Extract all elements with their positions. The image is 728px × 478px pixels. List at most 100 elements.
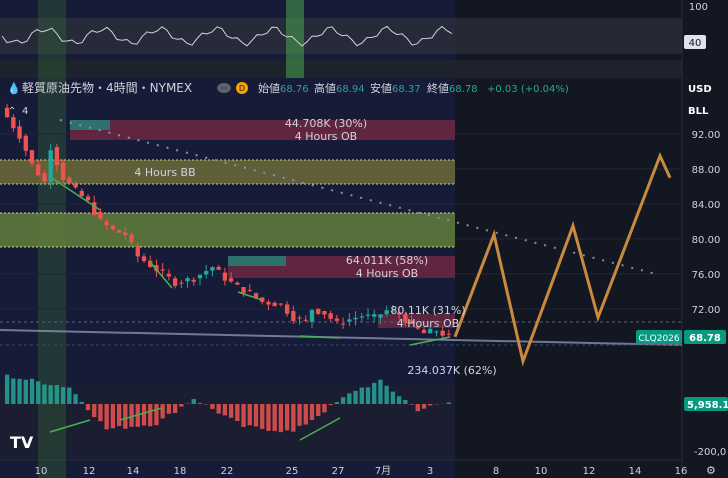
macd-bar-9 <box>60 387 66 404</box>
macd-tick: -200,0 <box>694 447 726 458</box>
candle-body-3 <box>23 135 28 151</box>
unit-label[interactable]: BLL <box>688 106 709 117</box>
candle-body-2 <box>17 126 22 139</box>
macd-bar-10 <box>67 387 72 404</box>
time-tick-2: 14 <box>127 466 140 477</box>
time-tick-12: 14 <box>629 466 642 477</box>
tradingview-logo[interactable]: TV <box>10 433 34 452</box>
candle-body-51 <box>322 311 327 315</box>
collapse-chevron-icon[interactable]: ⌃ <box>8 106 16 117</box>
drop-icon: 💧 <box>7 82 21 95</box>
macd-bar-5 <box>36 381 41 404</box>
macd-bar-53 <box>334 402 340 404</box>
macd-bar-36 <box>228 404 234 418</box>
indicator-count[interactable]: 4 <box>22 106 28 117</box>
change-value: +0.03 (+0.04%) <box>487 84 569 95</box>
candle-body-4 <box>29 150 35 164</box>
candle-body-36 <box>228 278 234 282</box>
candle-body-32 <box>204 270 209 275</box>
macd-bar-7 <box>48 385 53 404</box>
macd-bar-40 <box>253 404 259 427</box>
candle-body-1 <box>11 117 16 129</box>
candle-body-46 <box>291 311 296 322</box>
candle-body-37 <box>235 282 240 285</box>
macd-bar-48 <box>303 404 308 425</box>
candle-body-19 <box>123 232 128 236</box>
macd-bar-67 <box>421 404 427 409</box>
macd-bar-62 <box>390 391 396 404</box>
candle-body-10 <box>67 177 72 184</box>
ob1-zone <box>70 120 455 140</box>
high-label: 高値 <box>314 81 336 95</box>
candle-body-55 <box>347 319 352 322</box>
macd-bar-61 <box>384 385 389 404</box>
candle-body-58 <box>365 314 371 316</box>
macd-bar-59 <box>372 382 377 404</box>
candle-body-6 <box>42 173 47 182</box>
candle-body-29 <box>185 278 190 282</box>
candle-body-43 <box>272 302 277 307</box>
candle-body-16 <box>104 221 109 226</box>
candle-body-53 <box>334 318 340 321</box>
macd-bar-28 <box>179 404 184 407</box>
chart-canvas[interactable]: 100 40 💧 軽質原油先物・4時間・NYMEX ·· D 始値 68.76 … <box>0 0 728 478</box>
candle-body-44 <box>278 303 284 305</box>
currency-label[interactable]: USD <box>688 84 712 95</box>
time-tick-3: 18 <box>174 466 187 477</box>
ob2-label: 4 Hours OB <box>356 267 418 280</box>
macd-bar-11 <box>73 394 78 404</box>
price-tick-1: 88.00 <box>692 165 721 176</box>
macd-bar-56 <box>353 390 358 404</box>
macd-bar-58 <box>365 387 371 404</box>
macd-bar-49 <box>309 404 315 421</box>
candle-body-61 <box>384 310 389 315</box>
macd-bar-52 <box>328 404 333 406</box>
macd-bar-45 <box>284 404 290 431</box>
macd-bar-68 <box>428 404 433 406</box>
candle-body-26 <box>166 273 172 277</box>
osc-band <box>0 18 682 54</box>
close-value: 68.78 <box>449 84 478 95</box>
candle-body-7 <box>48 150 53 183</box>
macd-bar-38 <box>241 404 246 427</box>
candle-body-47 <box>297 317 302 319</box>
candle-body-42 <box>266 301 271 305</box>
candle-body-60 <box>378 314 383 318</box>
time-tick-10: 10 <box>535 466 548 477</box>
macd-bar-35 <box>222 404 228 416</box>
bottom-volume: 234.037K (62%) <box>407 364 496 377</box>
macd-bar-57 <box>359 387 364 404</box>
badge-letter: D <box>239 84 245 93</box>
candle-body-25 <box>160 269 165 271</box>
macd-bar-41 <box>260 404 265 429</box>
macd-bar-44 <box>278 404 284 433</box>
ob1-label: 4 Hours OB <box>295 130 357 143</box>
candle-body-54 <box>340 323 346 325</box>
symbol-title: 軽質原油先物・4時間・NYMEX <box>22 80 192 95</box>
ob2-volume: 64.011K (58%) <box>346 254 428 267</box>
candle-body-45 <box>284 304 290 314</box>
time-tick-1: 12 <box>83 466 96 477</box>
gear-icon[interactable]: ⚙ <box>706 464 716 477</box>
high-value: 68.94 <box>336 84 365 95</box>
osc-current-value: 40 <box>689 38 702 49</box>
macd-bar-37 <box>235 404 240 422</box>
macd-bar-22 <box>141 404 147 426</box>
candle-body-49 <box>309 309 315 322</box>
open-value: 68.76 <box>280 84 309 95</box>
time-tick-8: 3 <box>427 466 433 477</box>
macd-bar-27 <box>172 404 178 413</box>
candle-body-11 <box>73 184 78 188</box>
macd-tag-value: 5,958.15 <box>687 400 728 411</box>
time-tick-7: 7月 <box>375 465 391 477</box>
macd-bar-39 <box>247 404 252 426</box>
candle-body-21 <box>135 245 140 257</box>
open-label: 始値 <box>258 81 280 95</box>
macd-bar-43 <box>272 404 277 432</box>
candle-body-30 <box>191 279 196 282</box>
candle-body-8 <box>54 147 60 166</box>
candle-body-67 <box>421 329 427 334</box>
low-label: 安値 <box>370 81 392 95</box>
ob3-label: 4 Hours OB <box>397 317 459 330</box>
candle-body-48 <box>303 319 308 321</box>
